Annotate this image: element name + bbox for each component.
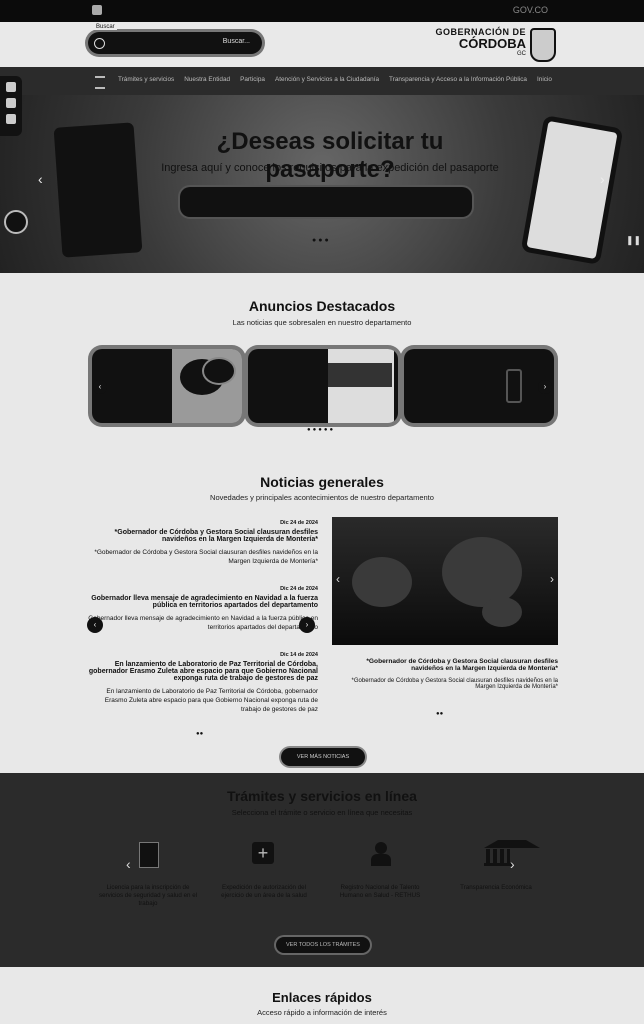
nav-item-inicio[interactable]: Inicio: [537, 76, 552, 83]
contrast-icon[interactable]: [6, 82, 16, 92]
news-item[interactable]: Dic 24 de 2024 Gobernador lleva mensaje …: [88, 586, 318, 633]
tramites-prev-arrow-icon[interactable]: ‹: [126, 856, 131, 872]
more-news-button[interactable]: VER MÁS NOTICIAS: [281, 748, 365, 766]
gov-co-link[interactable]: GOV.CO: [513, 5, 548, 15]
tramites-subtitle: Selecciona el trámite o servicio en líne…: [231, 808, 413, 817]
nav-item-transparencia[interactable]: Transparencia y Acceso a la Información …: [389, 76, 527, 83]
news-summary: En lanzamiento de Laboratorio de Paz Ter…: [104, 688, 318, 713]
hero-next-arrow-icon[interactable]: ›: [600, 171, 605, 187]
feature-prev-arrow-icon[interactable]: ‹: [336, 572, 340, 586]
doctor-icon[interactable]: [369, 842, 395, 868]
hero-prev-arrow-icon[interactable]: ‹: [38, 171, 43, 187]
news-date: Dic 24 de 2024: [280, 520, 318, 526]
hero-title: ¿Deseas solicitar tu pasaporte?: [216, 128, 444, 183]
translate-icon[interactable]: [6, 114, 16, 124]
hero-phone-image: [520, 115, 624, 265]
news-summary: Gobernador lleva mensaje de agradecimien…: [88, 615, 318, 631]
tramite-item-label[interactable]: Transparencia Económica: [446, 884, 546, 892]
noticias-subtitle: Novedades y principales acontecimientos …: [210, 493, 434, 502]
document-icon[interactable]: [135, 842, 161, 868]
nav-item-nuestra-entidad[interactable]: Nuestra Entidad: [184, 76, 230, 83]
feature-summary: *Gobernador de Córdoba y Gestora Social …: [351, 678, 558, 690]
anuncios-prev-arrow-icon[interactable]: ‹: [93, 380, 107, 394]
news-list-next-arrow-icon[interactable]: ›: [299, 617, 315, 633]
search-placeholder: Buscar...: [222, 38, 250, 45]
gov-top-bar: GOV.CO: [0, 0, 644, 22]
news-feature-image[interactable]: ‹ ›: [332, 517, 558, 645]
nav-items: Trámites y servicios Nuestra Entidad Par…: [118, 76, 552, 83]
hero-left-image: [53, 122, 143, 258]
enlaces-subtitle: Acceso rápido a información de interés: [257, 1008, 387, 1017]
nav-item-tramites[interactable]: Trámites y servicios: [118, 76, 174, 83]
news-item[interactable]: Dic 14 de 2024 En lanzamiento de Laborat…: [88, 652, 318, 714]
nav-item-atencion[interactable]: Atención y Servicios a la Ciudadanía: [275, 76, 379, 83]
news-headline[interactable]: Gobernador lleva mensaje de agradecimien…: [88, 595, 318, 609]
menu-icon[interactable]: [95, 76, 105, 89]
news-headline[interactable]: En lanzamiento de Laboratorio de Paz Ter…: [88, 661, 318, 682]
news-item[interactable]: Dic 24 de 2024 *Gobernador de Córdoba y …: [88, 520, 318, 567]
feature-next-arrow-icon[interactable]: ›: [550, 572, 554, 586]
site-logo-text[interactable]: GOBERNACIÓN DE CÓRDOBA GC: [435, 27, 526, 57]
hero-cta-button[interactable]: [180, 187, 472, 217]
nav-item-participa[interactable]: Participa: [240, 76, 265, 83]
gov-logo-icon[interactable]: [92, 5, 102, 15]
announcement-card[interactable]: [92, 349, 242, 423]
news-list-prev-arrow-icon[interactable]: ‹: [87, 617, 103, 633]
accessibility-toolbar: [0, 76, 22, 136]
all-tramites-button[interactable]: VER TODOS LOS TRÁMITES: [276, 937, 370, 953]
anuncios-carousel-dots[interactable]: ●●●●●: [307, 427, 335, 433]
main-nav: Trámites y servicios Nuestra Entidad Par…: [0, 67, 644, 95]
news-date: Dic 14 de 2024: [280, 652, 318, 658]
news-feature-caption[interactable]: *Gobernador de Córdoba y Gestora Social …: [332, 658, 558, 690]
search-label: Buscar: [94, 24, 117, 30]
anuncios-title: Anuncios Destacados: [248, 298, 396, 314]
news-date: Dic 24 de 2024: [280, 586, 318, 592]
search-icon[interactable]: [94, 38, 105, 49]
feature-dots[interactable]: ●●: [436, 711, 443, 717]
announcement-card[interactable]: [404, 349, 554, 423]
chat-icon[interactable]: [4, 210, 28, 234]
coat-of-arms-logo[interactable]: [530, 28, 556, 62]
anuncios-next-arrow-icon[interactable]: ›: [538, 380, 552, 394]
tramite-item-label[interactable]: Expedición de autorización del ejercicio…: [214, 884, 314, 900]
announcement-image: [328, 349, 394, 423]
feature-headline[interactable]: *Gobernador de Córdoba y Gestora Social …: [332, 658, 558, 672]
tramite-item-label[interactable]: Registro Nacional de Talento Humano en S…: [330, 884, 430, 900]
search-input[interactable]: Buscar Buscar...: [88, 24, 262, 54]
phone-icon: [504, 349, 524, 423]
chat-bubbles-image: [172, 349, 242, 423]
font-size-icon[interactable]: [6, 98, 16, 108]
tramites-title: Trámites y servicios en línea: [227, 788, 417, 804]
site-header: Buscar Buscar... GOBERNACIÓN DE CÓRDOBA …: [0, 22, 644, 67]
health-cross-icon[interactable]: +: [252, 842, 278, 868]
hero-pause-icon[interactable]: ❚❚: [626, 235, 641, 246]
tramites-next-arrow-icon[interactable]: ›: [510, 856, 515, 872]
news-headline[interactable]: *Gobernador de Córdoba y Gestora Social …: [88, 529, 318, 543]
hero-carousel-dots[interactable]: ●●●: [312, 237, 331, 244]
news-summary: *Gobernador de Córdoba y Gestora Social …: [94, 549, 318, 565]
noticias-title: Noticias generales: [260, 474, 384, 490]
hero-subtitle: Ingresa aquí y conoce los requisitos par…: [161, 162, 499, 174]
announcement-card[interactable]: [248, 349, 398, 423]
enlaces-title: Enlaces rápidos: [272, 990, 372, 1005]
hero-carousel: ¿Deseas solicitar tu pasaporte? Ingresa …: [0, 95, 644, 273]
anuncios-subtitle: Las noticias que sobresalen en nuestro d…: [232, 318, 412, 327]
bank-building-icon[interactable]: [484, 840, 540, 866]
news-list-dots[interactable]: ●●: [196, 731, 203, 737]
tramite-item-label[interactable]: Licencia para la inscripción de servicio…: [98, 884, 198, 908]
